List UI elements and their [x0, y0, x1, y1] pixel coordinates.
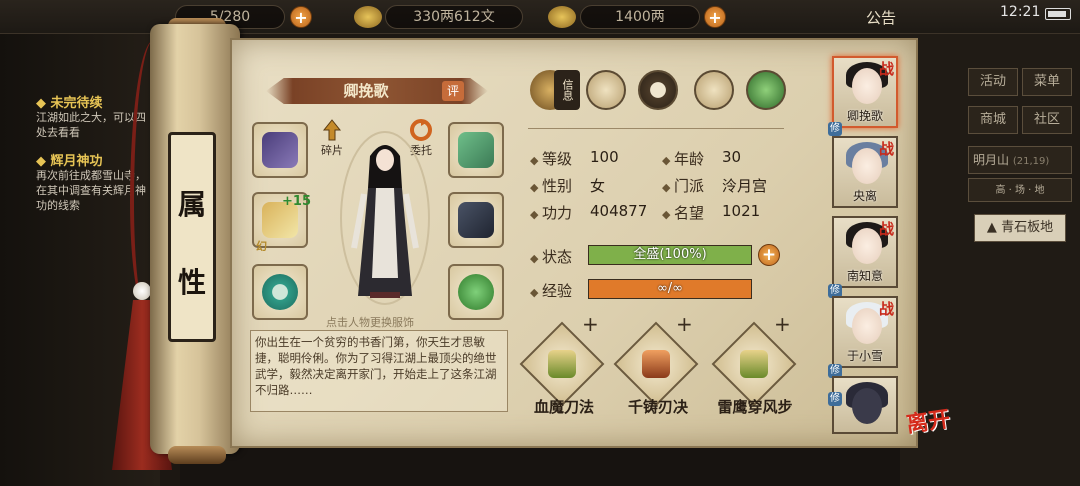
character-name: 卿挽歌: [343, 82, 389, 100]
party-member[interactable]: 战卿挽歌: [832, 56, 898, 128]
equip-slot-ring[interactable]: [252, 264, 308, 320]
power-label: 功力: [530, 202, 572, 223]
age-value: 30: [722, 148, 742, 166]
party-member-name: 央离: [852, 189, 877, 203]
sect-label: 门派: [662, 175, 704, 196]
battle-tag: 战: [878, 140, 894, 158]
exp-bar: ∞/∞: [588, 279, 752, 299]
age-label: 年龄: [662, 148, 704, 169]
sect-value: 泠月宫: [722, 177, 768, 195]
level-label: 等级: [530, 148, 572, 169]
map-tabs[interactable]: 高 · 场 · 地: [968, 178, 1072, 202]
helmet-icon: [458, 132, 494, 168]
location-label: 明月山 (21,19): [968, 146, 1072, 174]
notice-button[interactable]: 公告: [866, 7, 896, 28]
activity-button[interactable]: 活动: [968, 68, 1018, 96]
cultivate-badge: 修: [828, 122, 842, 136]
jade-pendant-icon: [458, 274, 494, 310]
party-member[interactable]: 战央离: [832, 136, 898, 208]
clock: 12:21: [1000, 4, 1041, 20]
attribute-title-card: 属 性: [168, 132, 216, 342]
restore-status-button[interactable]: +: [758, 244, 780, 266]
place-label[interactable]: ▲ 青石板地: [974, 214, 1066, 242]
exp-label: 经验: [530, 280, 572, 301]
copper-amount: 330两612文: [385, 5, 523, 29]
character-bio: 你出生在一个贫穷的书香门第，你天生才思敏捷，聪明伶俐。你为了习得江湖上最顶尖的绝…: [250, 330, 508, 412]
skill-scroll-icon: [642, 350, 670, 378]
cultivate-badge: 修: [828, 392, 842, 406]
skill-scroll-icon: [740, 350, 768, 378]
battle-tag: 战: [878, 220, 894, 238]
party-member-name: 南知意: [846, 269, 883, 283]
skill-add-button[interactable]: +: [582, 312, 599, 336]
character-figure[interactable]: [340, 128, 430, 308]
menu-button[interactable]: 菜单: [1022, 68, 1072, 96]
divider: [528, 128, 784, 129]
leave-button[interactable]: 离开: [904, 401, 952, 439]
change-outfit-hint: 点击人物更换服饰: [326, 316, 414, 329]
battle-tag: 战: [878, 60, 894, 78]
equip-slot-weapon[interactable]: [252, 122, 308, 178]
gender-label: 性别: [530, 175, 572, 196]
title-char: 属: [177, 188, 206, 221]
bottom-bar: [180, 446, 900, 486]
tab-figure-icon[interactable]: [694, 70, 734, 110]
party-member[interactable]: 战南知意: [832, 216, 898, 288]
skill-scroll-icon: [548, 350, 576, 378]
armor-icon: [458, 202, 494, 238]
fame-value: 1021: [722, 202, 761, 220]
copper-coin-icon: [354, 6, 382, 28]
rate-button[interactable]: 评: [442, 81, 464, 101]
shop-button[interactable]: 商城: [968, 106, 1018, 134]
title-char: 性: [177, 266, 206, 299]
status-label: 状态: [530, 246, 572, 267]
scroll-cap-bottom: [168, 446, 226, 464]
power-value: 404877: [590, 202, 648, 220]
silver-ingot-icon: [548, 6, 576, 28]
status-bar: 全盛(100%): [588, 245, 752, 265]
status-text: 全盛(100%): [633, 247, 707, 262]
community-button[interactable]: 社区: [1022, 106, 1072, 134]
enhance-level: +15: [282, 194, 311, 209]
gender-value: 女: [590, 177, 606, 195]
skill-add-button[interactable]: +: [676, 312, 693, 336]
skill-name: 千铸刃决: [627, 398, 688, 416]
huan-badge: 幻: [256, 240, 267, 253]
bracelet-icon: [262, 274, 298, 310]
skill-name: 雷鹰穿风步: [717, 398, 793, 416]
party-member[interactable]: [832, 376, 898, 434]
silver-amount: 1400两: [580, 5, 700, 29]
tassel-bead: [133, 282, 151, 300]
equip-slot-accessory[interactable]: [448, 264, 504, 320]
skill-add-button[interactable]: +: [774, 312, 791, 336]
party-member-name: 于小雪: [846, 349, 883, 363]
tab-jade-icon[interactable]: [746, 70, 786, 110]
tab-scroll-icon[interactable]: [586, 70, 626, 110]
equip-slot-armor[interactable]: [448, 192, 504, 248]
equip-slot-helmet[interactable]: [448, 122, 504, 178]
quest-title[interactable]: ◆ 辉月神功: [36, 150, 103, 169]
taiji-icon[interactable]: [638, 70, 678, 110]
exp-text: ∞/∞: [656, 281, 684, 296]
fame-label: 名望: [662, 202, 704, 223]
weapon-icon: [262, 132, 298, 168]
skill-name: 血魔刀法: [533, 398, 594, 416]
tab-info-label[interactable]: 信息: [554, 70, 580, 110]
battery-icon: [1045, 8, 1071, 20]
quest-title[interactable]: ◆ 未完待续: [36, 92, 103, 111]
add-bag-button[interactable]: +: [290, 6, 312, 28]
level-value: 100: [590, 148, 619, 166]
party-member-name: 卿挽歌: [846, 109, 883, 123]
party-member[interactable]: 战于小雪: [832, 296, 898, 368]
add-silver-button[interactable]: +: [704, 6, 726, 28]
battle-tag: 战: [878, 300, 894, 318]
